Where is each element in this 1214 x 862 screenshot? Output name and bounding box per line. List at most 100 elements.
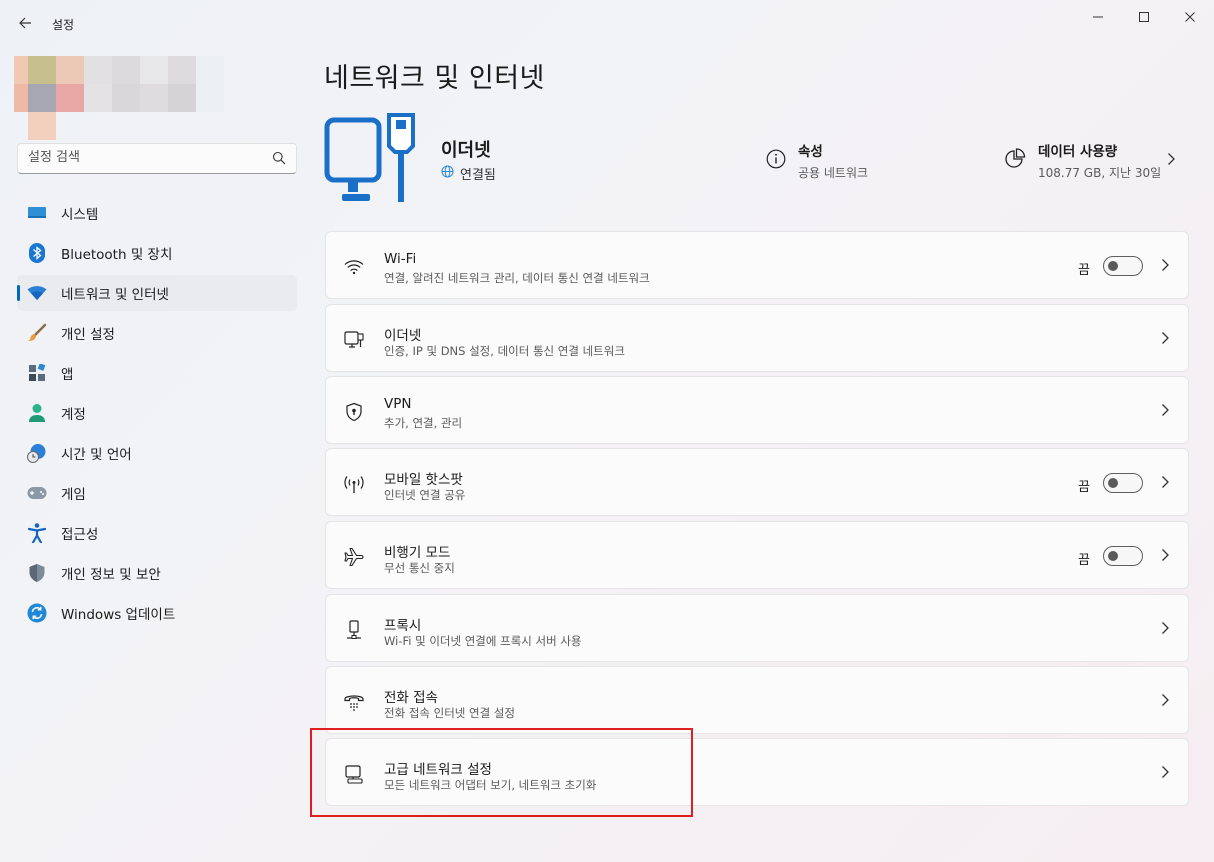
vpn-shield-icon: [343, 401, 365, 423]
mobile-hotspot-toggle[interactable]: [1103, 473, 1143, 493]
card-subtitle: 추가, 연결, 관리: [384, 416, 463, 430]
search-input[interactable]: [28, 150, 258, 165]
avatar-pixel: [168, 56, 196, 84]
sidebar-item-apps[interactable]: 앱: [17, 355, 297, 391]
accessibility-icon: [27, 523, 47, 543]
data-usage-title: 데이터 사용량: [1038, 144, 1118, 160]
sidebar-item-system[interactable]: 시스템: [17, 195, 297, 231]
maximize-icon: [1139, 12, 1149, 22]
sidebar-item-bluetooth[interactable]: Bluetooth 및 장치: [17, 235, 297, 271]
sidebar-item-label: 계정: [61, 407, 86, 423]
avatar-pixel: [168, 84, 196, 112]
chevron-right-icon: [1160, 765, 1170, 783]
card-title: 전화 접속: [384, 690, 438, 706]
sidebar-item-network[interactable]: 네트워크 및 인터넷: [17, 275, 297, 311]
toggle-state-label: 끔: [1078, 553, 1090, 568]
data-usage-value: 108.77 GB, 지난 30일: [1038, 166, 1162, 180]
page-title: 네트워크 및 인터넷: [324, 63, 545, 94]
maximize-button[interactable]: [1122, 6, 1166, 28]
proxy-card[interactable]: 프록시 Wi-Fi 및 이더넷 연결에 프록시 서버 사용: [325, 594, 1189, 662]
avatar-pixel: [196, 56, 224, 84]
sidebar-item-personalization[interactable]: 개인 설정: [17, 315, 297, 351]
sidebar-item-label: Bluetooth 및 장치: [61, 247, 173, 263]
app-title: 설정: [52, 18, 75, 32]
sidebar-item-time-language[interactable]: 시간 및 언어: [17, 435, 297, 471]
sidebar-item-windows-update[interactable]: Windows 업데이트: [17, 595, 297, 631]
data-usage-link[interactable]: 데이터 사용량 108.77 GB, 지난 30일: [1004, 140, 1161, 181]
card-subtitle: 연결, 알려진 네트워크 관리, 데이터 통신 연결 네트워크: [384, 271, 650, 285]
sidebar-item-accounts[interactable]: 계정: [17, 395, 297, 431]
properties-title: 속성: [798, 144, 823, 160]
sidebar-nav: 시스템 Bluetooth 및 장치 네트워크 및 인터넷 개인 설정 앱 계정: [17, 195, 297, 635]
settings-search-box[interactable]: [17, 143, 297, 174]
avatar-pixel: [196, 84, 224, 112]
sidebar-item-label: 네트워크 및 인터넷: [61, 287, 169, 303]
search-icon[interactable]: [272, 151, 286, 169]
sidebar-item-privacy[interactable]: 개인 정보 및 보안: [17, 555, 297, 591]
chevron-right-icon: [1160, 475, 1170, 493]
properties-link[interactable]: 속성 공용 네트워크: [766, 140, 868, 181]
info-icon: [766, 149, 786, 173]
shield-icon: [27, 563, 47, 583]
close-button[interactable]: [1168, 6, 1212, 28]
card-subtitle: 전화 접속 인터넷 연결 설정: [384, 706, 516, 720]
avatar-pixel: [84, 56, 112, 84]
wifi-icon: [27, 283, 47, 303]
avatar-pixel: [140, 84, 168, 112]
brush-icon: [27, 323, 47, 343]
user-profile-avatar[interactable]: [14, 56, 246, 140]
connection-status: 연결됨: [441, 164, 496, 183]
airplane-icon: [343, 546, 365, 568]
wifi-icon: [343, 256, 365, 278]
sidebar-item-label: 시스템: [61, 207, 99, 223]
card-subtitle: 무선 통신 중지: [384, 561, 455, 575]
dial-up-card[interactable]: 전화 접속 전화 접속 인터넷 연결 설정: [325, 666, 1189, 734]
airplane-mode-card[interactable]: 비행기 모드 무선 통신 중지 끔: [325, 521, 1189, 589]
vpn-card[interactable]: VPN 추가, 연결, 관리: [325, 376, 1189, 444]
mobile-hotspot-card[interactable]: 모바일 핫스팟 인터넷 연결 공유 끔: [325, 448, 1189, 516]
time-language-icon: [27, 443, 47, 463]
hotspot-icon: [343, 473, 365, 495]
minimize-icon: [1093, 16, 1103, 18]
avatar-pixel: [28, 56, 56, 84]
avatar-pixel: [84, 84, 112, 112]
account-icon: [27, 403, 47, 423]
toggle-state-label: 끔: [1078, 263, 1090, 278]
sidebar-item-label: 개인 정보 및 보안: [61, 567, 161, 583]
card-subtitle: Wi-Fi 및 이더넷 연결에 프록시 서버 사용: [384, 634, 582, 648]
ethernet-icon: [343, 329, 365, 351]
back-button[interactable]: [14, 12, 36, 34]
minimize-button[interactable]: [1076, 6, 1120, 28]
chevron-right-icon: [1160, 403, 1170, 421]
card-title: 모바일 핫스팟: [384, 472, 463, 488]
sidebar-item-label: 게임: [61, 487, 86, 503]
ethernet-header: 이더넷 연결됨 속성 공용 네트워크 데이터 사용량 108.77 GB, 지난…: [324, 108, 1190, 208]
sidebar-item-label: 앱: [61, 367, 74, 383]
chevron-right-icon[interactable]: [1166, 152, 1176, 170]
chevron-right-icon: [1160, 331, 1170, 349]
sidebar-item-label: Windows 업데이트: [61, 607, 176, 623]
card-title: 이더넷: [384, 328, 422, 344]
card-subtitle: 인증, IP 및 DNS 설정, 데이터 통신 연결 네트워크: [384, 344, 625, 358]
proxy-icon: [343, 619, 365, 641]
wifi-card[interactable]: Wi-Fi 연결, 알려진 네트워크 관리, 데이터 통신 연결 네트워크 끔: [325, 231, 1189, 299]
back-arrow-icon: [19, 17, 31, 29]
card-title: 비행기 모드: [384, 545, 451, 561]
toggle-state-label: 끔: [1078, 480, 1090, 495]
chevron-right-icon: [1160, 548, 1170, 566]
wifi-toggle[interactable]: [1103, 256, 1143, 276]
sidebar-item-accessibility[interactable]: 접근성: [17, 515, 297, 551]
sidebar-item-label: 접근성: [61, 527, 99, 543]
apps-icon: [27, 363, 47, 383]
sidebar-item-gaming[interactable]: 게임: [17, 475, 297, 511]
card-title: 프록시: [384, 618, 422, 634]
sidebar-item-label: 시간 및 언어: [61, 447, 132, 463]
avatar-pixel: [56, 56, 84, 84]
card-subtitle: 인터넷 연결 공유: [384, 488, 466, 502]
airplane-mode-toggle[interactable]: [1103, 546, 1143, 566]
pie-chart-icon: [1004, 147, 1026, 174]
ethernet-card[interactable]: 이더넷 인증, IP 및 DNS 설정, 데이터 통신 연결 네트워크: [325, 304, 1189, 372]
monitor-icon: [27, 203, 47, 223]
gamepad-icon: [27, 483, 47, 503]
avatar-pixel: [140, 56, 168, 84]
